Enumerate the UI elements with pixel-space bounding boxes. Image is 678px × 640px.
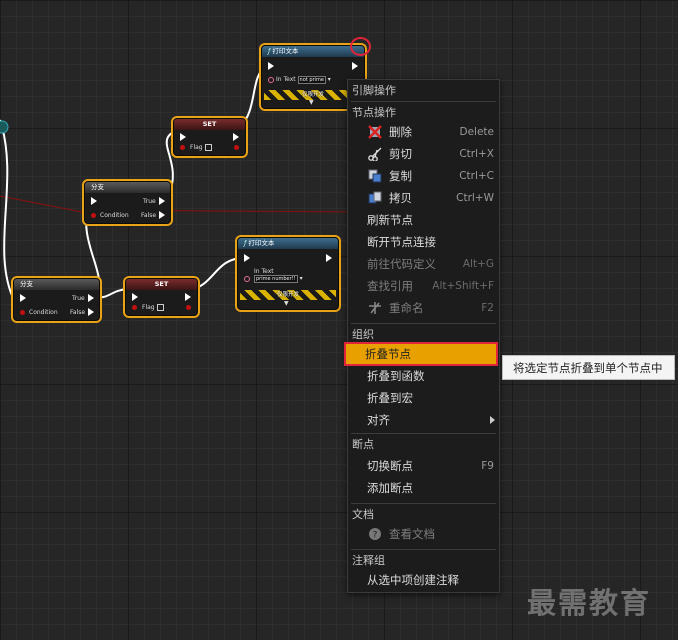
- delete-icon: [368, 125, 382, 139]
- exec-in-pin[interactable]: [20, 294, 26, 302]
- tooltip: 将选定节点折叠到单个节点中: [502, 355, 675, 380]
- false-pin-label: False: [70, 309, 86, 316]
- print-node-title: ƒ 打印文本: [262, 46, 364, 57]
- menu-item-duplicate[interactable]: 拷贝 Ctrl+W: [348, 188, 499, 208]
- menu-item-alignment[interactable]: 对齐: [348, 410, 499, 430]
- condition-pin[interactable]: [91, 213, 96, 218]
- menu-item-collapse-to-macro[interactable]: 折叠到宏: [348, 388, 499, 408]
- expand-arrow-icon[interactable]: ▼: [309, 99, 314, 106]
- exec-in-pin[interactable]: [132, 293, 138, 301]
- flag-pin[interactable]: [132, 305, 137, 310]
- menu-item-view-docs[interactable]: ? 查看文档: [348, 524, 499, 544]
- menu-item-find-references[interactable]: 查找引用 Alt+Shift+F: [348, 276, 499, 296]
- condition-pin-label: Condition: [29, 309, 58, 316]
- annotation-circle: [350, 37, 371, 56]
- separator: [351, 433, 496, 434]
- context-menu: 引脚操作 节点操作 删除 Delete 剪切 Ctrl+X 复制 Ctrl+C 拷贝 C…: [344, 79, 500, 593]
- in-text-value[interactable]: not prime: [297, 76, 326, 84]
- condition-pin-label: Condition: [100, 212, 129, 219]
- true-pin-label: True: [72, 295, 85, 302]
- set-node-a[interactable]: SET Flag: [173, 118, 246, 156]
- menu-item-goto-definition[interactable]: 前往代码定义 Alt+G: [348, 254, 499, 274]
- exec-out-pin[interactable]: [326, 254, 332, 262]
- separator: [351, 101, 496, 102]
- true-exec-pin[interactable]: [88, 294, 94, 302]
- flag-pin-label: Flag: [190, 144, 212, 151]
- branch-node-b[interactable]: 分支 True Condition False: [13, 278, 100, 321]
- help-icon: ?: [369, 528, 381, 541]
- menu-item-add-breakpoint[interactable]: 添加断点: [348, 478, 499, 498]
- duplicate-icon: [368, 191, 382, 204]
- section-documentation: 文档: [352, 508, 374, 521]
- print-string-node-b[interactable]: ƒ 打印文本 In Text prime number!! ▾ 仅限开发 ▼: [237, 237, 339, 310]
- section-pin-actions: 引脚操作: [352, 84, 396, 97]
- set-node-b[interactable]: SET Flag: [125, 278, 198, 316]
- false-exec-pin[interactable]: [159, 211, 165, 219]
- condition-pin[interactable]: [20, 310, 25, 315]
- flag-out-pin[interactable]: [234, 145, 239, 150]
- true-exec-pin[interactable]: [159, 197, 165, 205]
- flag-out-pin[interactable]: [186, 305, 191, 310]
- expand-arrow-icon[interactable]: ▼: [284, 300, 289, 307]
- menu-item-rename[interactable]: 重命名 F2: [348, 298, 499, 318]
- menu-item-collapse-nodes[interactable]: 折叠节点: [344, 342, 498, 366]
- menu-item-break-links[interactable]: 断开节点连接: [348, 232, 499, 252]
- separator: [351, 503, 496, 504]
- false-pin-label: False: [141, 212, 157, 219]
- copy-icon: [368, 169, 382, 183]
- in-text-value[interactable]: prime number!!: [254, 275, 298, 283]
- exec-out-pin[interactable]: [233, 133, 239, 141]
- exec-in-pin[interactable]: [244, 254, 250, 262]
- branch-node-title: 分支: [14, 279, 99, 290]
- in-text-label: In Text: [254, 268, 274, 275]
- exec-out-pin[interactable]: [185, 293, 191, 301]
- exec-in-pin[interactable]: [91, 197, 97, 205]
- menu-item-create-comment[interactable]: 从选中项创建注释: [348, 570, 499, 590]
- exec-out-pin[interactable]: [352, 62, 358, 70]
- separator: [351, 323, 496, 324]
- scissors-icon: [368, 147, 382, 161]
- in-text-pin[interactable]: [268, 77, 274, 83]
- menu-item-copy[interactable]: 复制 Ctrl+C: [348, 166, 499, 186]
- flag-pin-label: Flag: [142, 304, 164, 311]
- menu-item-cut[interactable]: 剪切 Ctrl+X: [348, 144, 499, 164]
- set-node-title: SET: [174, 119, 245, 130]
- menu-item-collapse-to-function[interactable]: 折叠到函数: [348, 366, 499, 386]
- development-only-strip: 仅限开发: [240, 290, 336, 300]
- section-comment-group: 注释组: [352, 554, 385, 567]
- exec-in-pin[interactable]: [268, 62, 274, 70]
- branch-node-title: 分支: [85, 182, 170, 193]
- menu-item-toggle-breakpoint[interactable]: 切换断点 F9: [348, 456, 499, 476]
- menu-item-refresh-node[interactable]: 刷新节点: [348, 210, 499, 230]
- flag-checkbox[interactable]: [204, 144, 212, 151]
- print-node-title: ƒ 打印文本: [238, 238, 338, 249]
- in-text-pin[interactable]: [244, 276, 250, 282]
- separator: [351, 549, 496, 550]
- branch-node-a[interactable]: 分支 True Condition False: [84, 181, 171, 224]
- exec-in-pin[interactable]: [180, 133, 186, 141]
- true-pin-label: True: [143, 198, 156, 205]
- rename-icon: [369, 302, 381, 314]
- flag-checkbox[interactable]: [156, 304, 164, 311]
- watermark: 最需教育: [527, 586, 652, 620]
- dev-only-label: 仅限开发: [276, 292, 299, 298]
- submenu-arrow-icon: [490, 416, 495, 424]
- section-breakpoint: 断点: [352, 438, 374, 451]
- svg-text:?: ?: [373, 531, 378, 541]
- section-node-actions: 节点操作: [352, 106, 396, 119]
- menu-item-delete[interactable]: 删除 Delete: [348, 122, 499, 142]
- in-text-box: prime number!! ▾: [254, 275, 303, 283]
- set-node-title: SET: [126, 279, 197, 290]
- in-text-label: In Text not prime ▾: [276, 76, 331, 84]
- section-organize: 组织: [352, 328, 374, 341]
- false-exec-pin[interactable]: [88, 308, 94, 316]
- flag-pin[interactable]: [180, 145, 185, 150]
